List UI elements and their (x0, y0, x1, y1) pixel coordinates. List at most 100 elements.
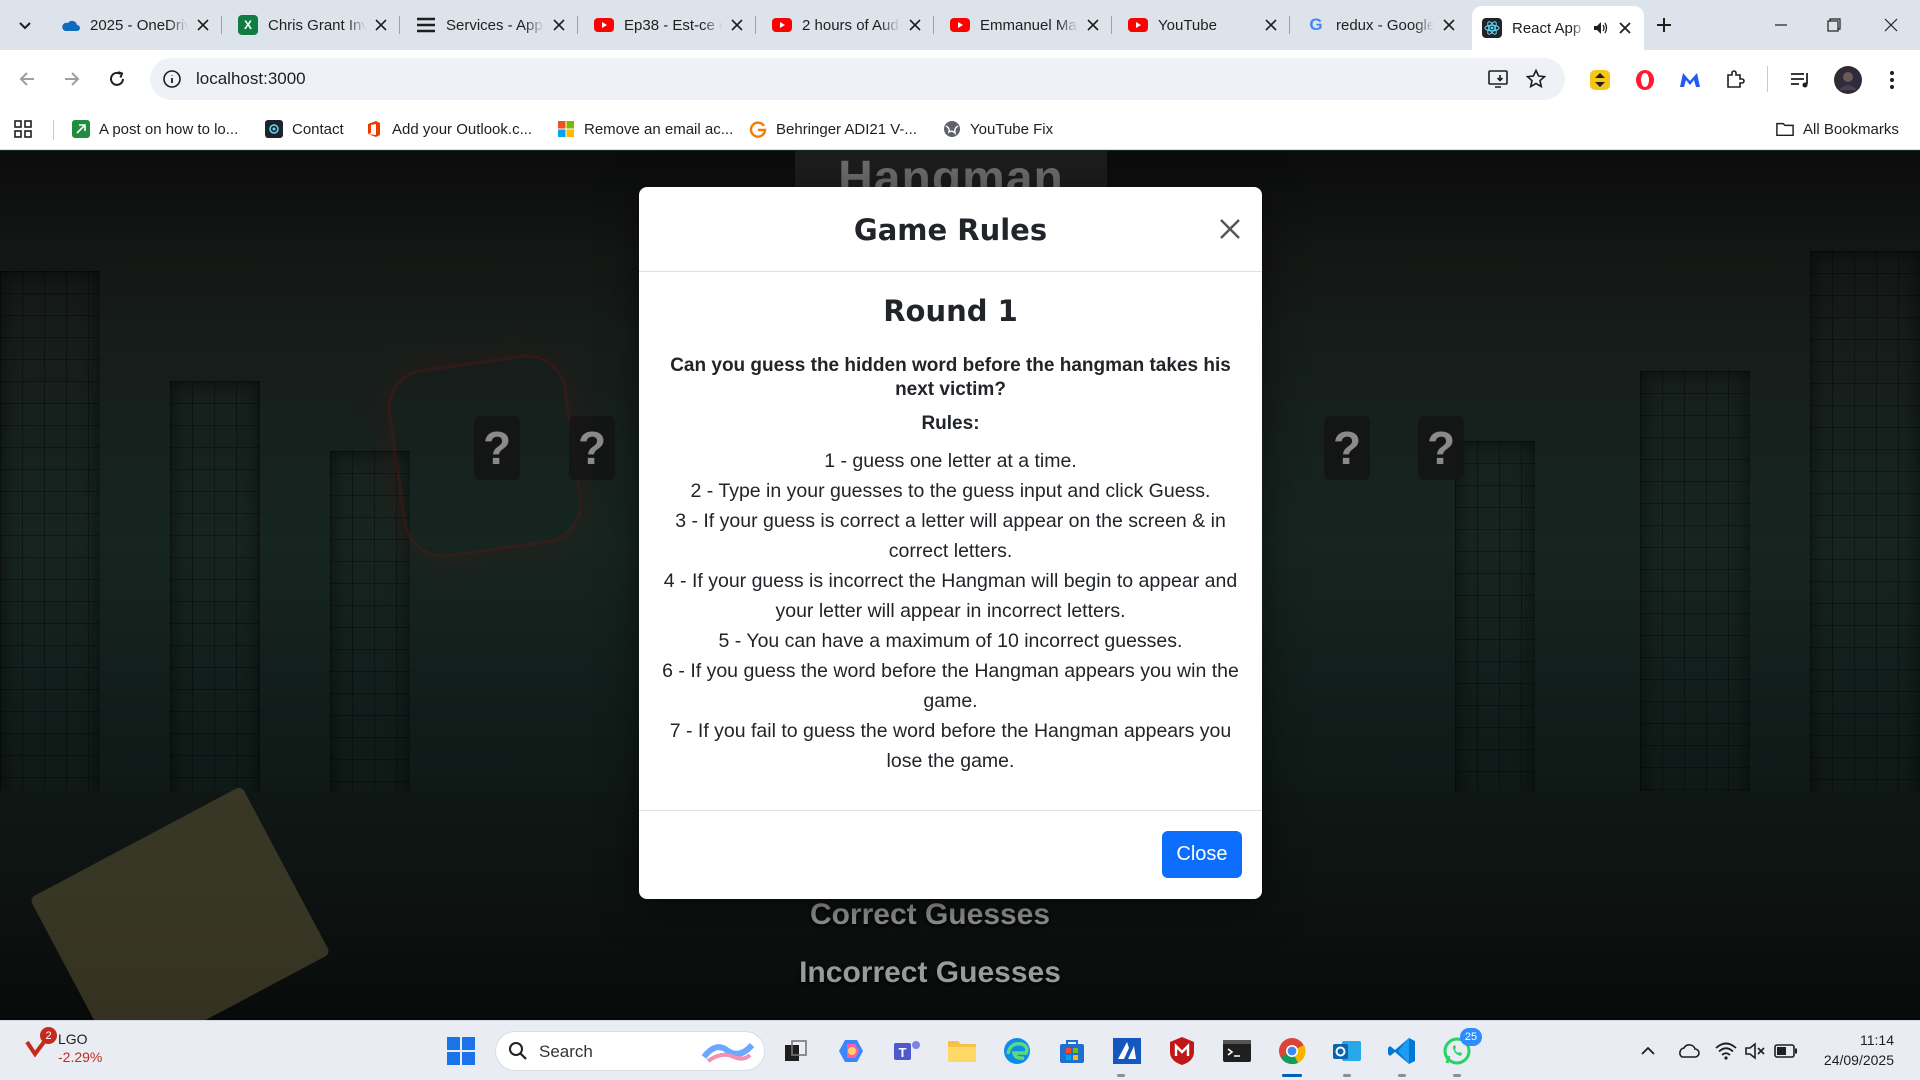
mcafee-icon[interactable] (1164, 1033, 1200, 1069)
profile-avatar[interactable] (1834, 66, 1862, 94)
stock-chart-icon: 2 (24, 1027, 57, 1060)
new-tab-button[interactable] (1650, 11, 1678, 39)
outlook-icon[interactable] (1329, 1033, 1365, 1069)
apps-grid-button[interactable] (14, 116, 32, 142)
game-question: Can you guess the hidden word before the… (670, 355, 1231, 400)
tab-youtube-macron[interactable]: Emmanuel Macron (940, 8, 1112, 42)
extensions-puzzle-icon[interactable] (1722, 67, 1748, 93)
all-bookmarks-button[interactable]: All Bookmarks (1776, 116, 1899, 142)
close-tab-icon[interactable] (1084, 16, 1102, 34)
reload-button[interactable] (100, 62, 134, 96)
tab-youtube-ep38[interactable]: Ep38 - Est-ce que (584, 8, 756, 42)
tab-separator (1111, 16, 1112, 34)
close-tab-icon[interactable] (1616, 19, 1634, 37)
tray-overflow-chevron-icon[interactable] (1636, 1039, 1660, 1063)
chrome-icon[interactable] (1274, 1033, 1310, 1069)
office-icon (365, 120, 383, 138)
kebab-menu-icon[interactable] (1879, 67, 1905, 93)
bookmarks-divider (53, 120, 54, 140)
close-tab-icon[interactable] (372, 16, 390, 34)
taskbar-search-box[interactable]: Search (495, 1031, 765, 1071)
azure-app-icon[interactable] (1109, 1033, 1145, 1069)
tab-react-app[interactable]: React App (1472, 6, 1644, 50)
tab-search-button[interactable] (10, 10, 40, 40)
tab-separator (221, 16, 222, 34)
opera-icon[interactable] (1632, 67, 1658, 93)
malwarebytes-icon[interactable] (1677, 67, 1703, 93)
close-window-button[interactable] (1862, 0, 1920, 50)
terminal-icon[interactable] (1219, 1033, 1255, 1069)
address-bar[interactable]: localhost:3000 (150, 58, 1565, 100)
speaker-icon[interactable] (1592, 19, 1610, 37)
tab-excel[interactable]: X Chris Grant Invoices (228, 8, 400, 42)
menu-lines-icon (416, 15, 436, 35)
copilot-icon[interactable] (834, 1033, 870, 1069)
volume-muted-icon[interactable] (1744, 1039, 1768, 1063)
bookmark-item[interactable]: YouTube Fix (943, 116, 1053, 142)
whatsapp-icon[interactable]: 25 (1439, 1028, 1482, 1069)
tab-separator (1289, 16, 1290, 34)
tab-onedrive[interactable]: 2025 - OneDrive (50, 8, 222, 42)
file-explorer-icon[interactable] (944, 1033, 980, 1069)
stock-widget[interactable]: 2 LGO -2.29% (24, 1027, 102, 1066)
contact-gear-icon (265, 120, 283, 138)
wifi-icon[interactable] (1714, 1039, 1738, 1063)
youtube-icon (950, 15, 970, 35)
rule-item: 2 - Type in your guesses to the guess in… (690, 480, 1211, 502)
stock-badge: 2 (40, 1027, 57, 1044)
tab-title: redux - Google Search (1336, 16, 1434, 34)
onedrive-cloud-icon[interactable] (1676, 1039, 1700, 1063)
bookmark-item[interactable]: Behringer ADI21 V-... (749, 116, 917, 142)
site-info-icon[interactable] (162, 69, 182, 89)
restore-icon (1827, 18, 1841, 32)
url-text[interactable]: localhost:3000 (196, 69, 306, 89)
close-tab-icon[interactable] (1262, 16, 1280, 34)
system-clock[interactable]: 11:14 24/09/2025 (1824, 1030, 1894, 1070)
modal-close-x-button[interactable] (1215, 214, 1245, 244)
teams-icon[interactable]: T (889, 1033, 925, 1069)
bookmark-item[interactable]: A post on how to lo... (72, 116, 238, 142)
vscode-icon[interactable] (1384, 1033, 1420, 1069)
tab-services[interactable]: Services - Apps (406, 8, 578, 42)
back-button[interactable] (10, 62, 44, 96)
close-tab-icon[interactable] (906, 16, 924, 34)
windows-logo-icon (447, 1037, 475, 1065)
bookmark-app-icon (72, 120, 90, 138)
close-tab-icon[interactable] (1440, 16, 1458, 34)
windows-start-button[interactable] (443, 1033, 479, 1069)
tab-youtube-audio[interactable]: 2 hours of Audio (762, 8, 934, 42)
tab-youtube[interactable]: YouTube (1118, 8, 1290, 42)
extension-yellow-icon[interactable] (1587, 67, 1613, 93)
bookmark-item[interactable]: Remove an email ac... (557, 116, 733, 142)
edge-icon[interactable] (999, 1033, 1035, 1069)
rule-item: 6 - If you guess the word before the Han… (662, 660, 1239, 712)
bookmark-label: YouTube Fix (970, 120, 1054, 138)
bookmark-label: A post on how to lo... (99, 120, 239, 138)
close-button[interactable]: Close (1162, 831, 1242, 878)
media-control-icon[interactable] (1788, 67, 1814, 93)
close-tab-icon[interactable] (194, 16, 212, 34)
restore-button[interactable] (1805, 0, 1863, 50)
bookmark-star-icon[interactable] (1524, 67, 1548, 91)
rules-list: 1 - guess one letter at a time. 2 - Type… (659, 446, 1242, 776)
tab-google-search[interactable]: G redux - Google Search (1296, 8, 1468, 42)
running-indicator (1343, 1074, 1351, 1077)
arrow-right-icon (65, 72, 80, 86)
close-tab-icon[interactable] (550, 16, 568, 34)
browser-tab-strip: 2025 - OneDrive X Chris Grant Invoices S… (0, 0, 1920, 50)
install-app-icon[interactable] (1487, 67, 1511, 91)
search-label: Search (539, 1042, 593, 1061)
minimize-button[interactable] (1752, 0, 1810, 50)
rules-modal: Game Rules Round 1 Can you guess the hid… (639, 187, 1262, 899)
forward-button[interactable] (55, 62, 89, 96)
search-highlight-icon (701, 1042, 755, 1063)
bookmark-item[interactable]: Contact (265, 116, 344, 142)
globe-icon (943, 120, 961, 138)
battery-icon[interactable] (1774, 1039, 1798, 1063)
close-tab-icon[interactable] (728, 16, 746, 34)
tab-title: Chris Grant Invoices (268, 16, 366, 34)
hidden-letter-tile: ? (474, 416, 520, 480)
task-view-icon[interactable] (778, 1033, 814, 1069)
bookmark-item[interactable]: Add your Outlook.c... (365, 116, 532, 142)
microsoft-store-icon[interactable] (1054, 1033, 1090, 1069)
